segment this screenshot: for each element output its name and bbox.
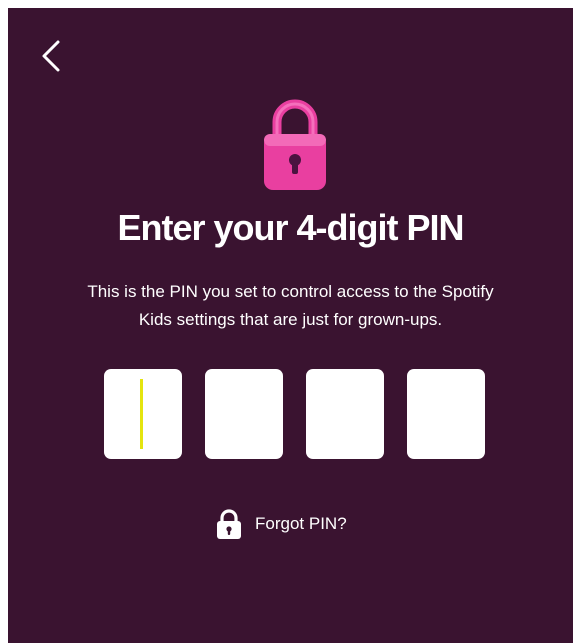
description-line-2: Kids settings that are just for grown-up… [138,310,443,329]
pin-digit-1-input[interactable] [104,369,182,459]
chevron-left-icon [42,40,60,72]
padlock-icon [263,96,327,192]
pin-input-group [104,369,486,459]
padlock-icon [217,509,241,539]
pin-digit-3-input[interactable] [306,369,384,459]
page-description: This is the PIN you set to control acces… [28,278,553,334]
pin-digit-2-input[interactable] [205,369,283,459]
forgot-pin-link[interactable]: Forgot PIN? [216,508,347,540]
back-button[interactable] [36,36,68,76]
forgot-pin-label: Forgot PIN? [255,514,347,533]
description-line-1: This is the PIN you set to control acces… [87,282,494,301]
text-caret [140,379,143,449]
pin-digit-4-input[interactable] [407,369,485,459]
pin-entry-screen: Enter your 4-digit PIN This is the PIN y… [8,8,573,643]
page-title: Enter your 4-digit PIN [117,207,464,248]
